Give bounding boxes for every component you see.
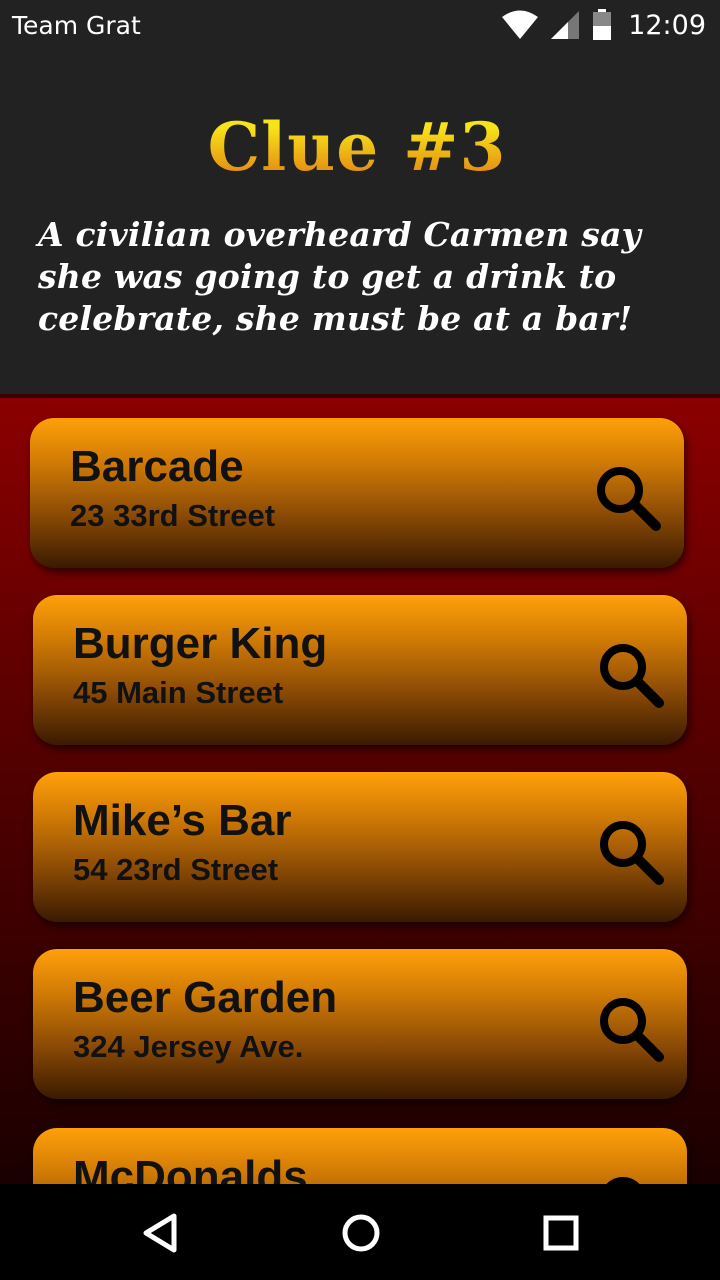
clue-header: Clue #3 A civilian overheard Carmen say … bbox=[0, 50, 720, 394]
home-icon[interactable] bbox=[336, 1208, 386, 1258]
locations-list[interactable]: Barcade 23 33rd Street Burger King 45 Ma… bbox=[0, 394, 720, 1184]
recents-icon[interactable] bbox=[536, 1208, 586, 1258]
search-icon[interactable] bbox=[597, 995, 665, 1063]
location-address: 324 Jersey Ave. bbox=[73, 1029, 304, 1064]
location-card[interactable]: Barcade 23 33rd Street bbox=[30, 418, 684, 568]
location-name: Barcade bbox=[70, 442, 244, 491]
search-icon[interactable] bbox=[594, 464, 662, 532]
cell-signal-icon bbox=[551, 11, 580, 39]
location-name: McDonalds bbox=[73, 1152, 308, 1184]
battery-icon bbox=[593, 9, 612, 40]
screen: Team Grat 12:09 Clue #3 A civilian overh… bbox=[0, 0, 720, 1280]
status-icons: 12:09 bbox=[502, 8, 706, 42]
location-card[interactable]: Beer Garden 324 Jersey Ave. bbox=[33, 949, 687, 1099]
clock: 12:09 bbox=[628, 9, 706, 41]
search-icon[interactable] bbox=[597, 1174, 665, 1184]
location-card[interactable]: Burger King 45 Main Street bbox=[33, 595, 687, 745]
navigation-bar bbox=[0, 1184, 720, 1280]
clue-title: Clue #3 bbox=[0, 108, 714, 186]
location-address: 23 33rd Street bbox=[70, 498, 276, 533]
location-address: 45 Main Street bbox=[73, 675, 284, 710]
location-card[interactable]: McDonalds bbox=[33, 1128, 687, 1184]
location-name: Beer Garden bbox=[73, 973, 338, 1022]
location-address: 54 23rd Street bbox=[73, 852, 279, 887]
location-name: Mike’s Bar bbox=[73, 796, 292, 845]
status-bar: Team Grat 12:09 bbox=[0, 0, 720, 50]
back-icon[interactable] bbox=[136, 1208, 186, 1258]
location-card[interactable]: Mike’s Bar 54 23rd Street bbox=[33, 772, 687, 922]
carrier-name: Team Grat bbox=[12, 11, 141, 40]
search-icon[interactable] bbox=[597, 641, 665, 709]
search-icon[interactable] bbox=[597, 818, 665, 886]
location-name: Burger King bbox=[73, 619, 328, 668]
clue-text: A civilian overheard Carmen say she was … bbox=[38, 215, 642, 338]
wifi-icon bbox=[502, 10, 539, 39]
